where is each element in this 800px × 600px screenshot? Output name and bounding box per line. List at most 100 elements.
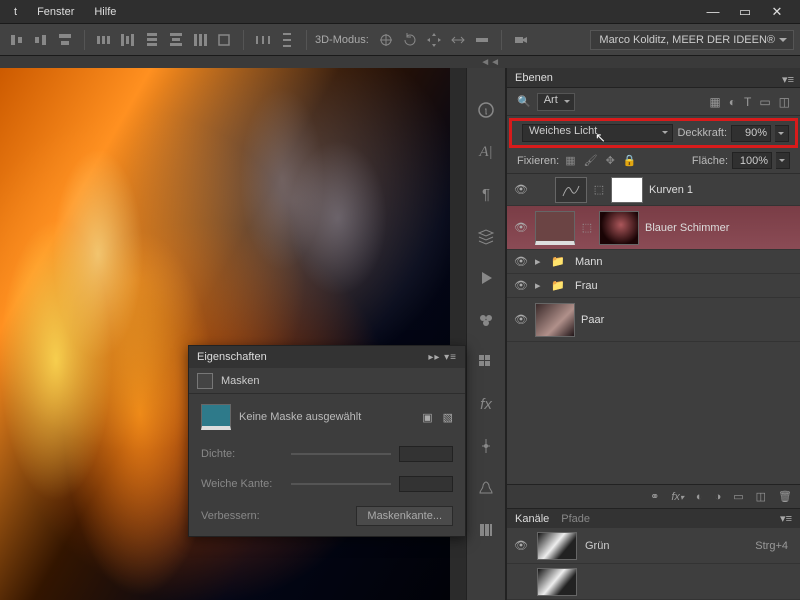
maximize-button[interactable]: ▭ [734, 4, 756, 20]
filter-smart-icon[interactable]: ◫ [779, 95, 790, 109]
layers-tab[interactable]: Ebenen ▾≡ [507, 68, 800, 88]
layer-name[interactable]: Mann [575, 256, 603, 268]
layer-thumb[interactable] [535, 303, 575, 337]
3d-slide-icon[interactable] [447, 29, 469, 51]
link-mask-icon[interactable]: ⬚ [581, 221, 593, 234]
group-icon[interactable]: ▭ [733, 490, 743, 503]
mask-thumb[interactable] [611, 177, 643, 203]
collapse-arrow-icon[interactable]: ◄◄ [480, 57, 500, 68]
adjustment-icon[interactable]: ◑ [715, 491, 722, 503]
visibility-toggle[interactable]: 👁 [513, 254, 529, 270]
channel-thumb[interactable] [537, 532, 577, 560]
play-panel-icon[interactable] [474, 266, 498, 290]
dist-space-v-icon[interactable] [276, 29, 298, 51]
disclosure-icon[interactable]: ▸ [535, 279, 545, 292]
channel-name[interactable]: Grün [585, 540, 609, 552]
dist-icon-6[interactable] [213, 29, 235, 51]
channel-thumb[interactable] [537, 568, 577, 596]
blend-mode-dropdown[interactable]: Weiches Licht ↖ [522, 124, 673, 142]
filter-type-dropdown[interactable]: Art [537, 93, 575, 111]
dist-icon-4[interactable] [165, 29, 187, 51]
3d-orbit-icon[interactable] [375, 29, 397, 51]
lock-paint-icon[interactable]: 🖌 [584, 154, 598, 167]
align-icon-1[interactable] [6, 29, 28, 51]
new-layer-icon[interactable]: ◫ [756, 490, 766, 503]
3d-scale-icon[interactable] [471, 29, 493, 51]
align-icon-2[interactable] [30, 29, 52, 51]
menu-item-fenster[interactable]: Fenster [29, 2, 82, 22]
brush-panel-icon[interactable] [474, 434, 498, 458]
mask-icon[interactable]: ◐ [696, 491, 703, 503]
lock-transparent-icon[interactable]: ▦ [565, 154, 575, 167]
channel-row[interactable] [507, 564, 800, 600]
feather-value[interactable] [399, 476, 453, 492]
info-panel-icon[interactable] [474, 98, 498, 122]
close-button[interactable]: ✕ [766, 4, 788, 20]
fill-value[interactable]: 100% [732, 152, 772, 169]
brushpresets-panel-icon[interactable] [474, 476, 498, 500]
layer-name[interactable]: Kurven 1 [649, 184, 693, 196]
visibility-toggle[interactable]: 👁 [513, 312, 529, 328]
trash-icon[interactable]: 🗑 [778, 490, 792, 503]
menu-item-partial[interactable]: t [6, 2, 25, 22]
paths-tab[interactable]: Pfade [561, 513, 590, 525]
filter-pixel-icon[interactable]: ▦ [709, 95, 720, 109]
density-value[interactable] [399, 446, 453, 462]
fill-thumb[interactable] [535, 211, 575, 245]
3d-rotate-icon[interactable] [399, 29, 421, 51]
minimize-button[interactable]: — [702, 4, 724, 20]
link-layers-icon[interactable]: ⚭ [650, 490, 659, 503]
visibility-toggle[interactable]: 👁 [513, 182, 529, 198]
density-slider[interactable] [291, 453, 391, 455]
mask-edge-button[interactable]: Maskenkante... [356, 506, 453, 526]
align-icon-3[interactable] [54, 29, 76, 51]
layers-panel-icon[interactable] [474, 224, 498, 248]
dist-icon-5[interactable] [189, 29, 211, 51]
panel-menu-icon[interactable]: ▾≡ [782, 73, 794, 86]
filter-shape-icon[interactable]: ▭ [759, 95, 770, 109]
properties-tab[interactable]: Eigenschaften [197, 351, 267, 363]
layer-name[interactable]: Paar [581, 314, 604, 326]
lock-all-icon[interactable]: 🔒 [623, 154, 637, 167]
opacity-stepper[interactable] [775, 125, 789, 142]
visibility-toggle[interactable]: 👁 [513, 538, 529, 554]
character-panel-icon[interactable]: A| [474, 140, 498, 164]
panel-collapse-icon[interactable]: ▸▸ ▾≡ [428, 352, 457, 363]
mask-mode-icon[interactable] [197, 373, 213, 389]
layer-name[interactable]: Blauer Schimmer [645, 222, 729, 234]
fill-stepper[interactable] [776, 152, 790, 169]
visibility-toggle[interactable] [513, 574, 529, 590]
layer-row[interactable]: 👁 ▸ 📁 Mann [507, 250, 800, 274]
swatches-panel-icon[interactable] [474, 350, 498, 374]
disclosure-icon[interactable]: ▸ [535, 255, 545, 268]
layer-row[interactable]: 👁 Paar [507, 298, 800, 342]
feather-slider[interactable] [291, 483, 391, 485]
paragraph-panel-icon[interactable]: ¶ [474, 182, 498, 206]
filter-adjust-icon[interactable]: ◐ [729, 95, 736, 109]
layer-row[interactable]: 👁 ⬚ Kurven 1 [507, 174, 800, 206]
3d-move-icon[interactable] [423, 29, 445, 51]
layer-row-selected[interactable]: 👁 ⬚ Blauer Schimmer [507, 206, 800, 250]
filter-type-icon[interactable]: T [744, 95, 751, 109]
masks-subtab[interactable]: Masken [221, 375, 260, 387]
panel-menu-icon[interactable]: ▾≡ [780, 512, 792, 525]
dist-icon-2[interactable] [117, 29, 139, 51]
dist-icon-3[interactable] [141, 29, 163, 51]
pixel-mask-icon[interactable]: ▣ [422, 411, 432, 424]
mask-preview[interactable] [201, 404, 231, 430]
dist-icon-1[interactable] [93, 29, 115, 51]
lock-position-icon[interactable]: ✥ [606, 154, 615, 167]
styles-panel-icon[interactable]: fx [474, 392, 498, 416]
3d-camera-icon[interactable] [510, 29, 532, 51]
adjustment-thumb[interactable] [555, 177, 587, 203]
link-mask-icon[interactable]: ⬚ [593, 183, 605, 196]
layer-name[interactable]: Frau [575, 280, 598, 292]
opacity-value[interactable]: 90% [731, 125, 771, 142]
fx-icon[interactable]: fx▾ [671, 491, 684, 503]
color-panel-icon[interactable] [474, 308, 498, 332]
layer-row[interactable]: 👁 ▸ 📁 Frau [507, 274, 800, 298]
vector-mask-icon[interactable]: ▧ [443, 411, 453, 424]
channels-tab[interactable]: Kanäle [515, 513, 549, 525]
filter-search-icon[interactable]: 🔍 [517, 95, 531, 108]
menu-item-hilfe[interactable]: Hilfe [86, 2, 124, 22]
